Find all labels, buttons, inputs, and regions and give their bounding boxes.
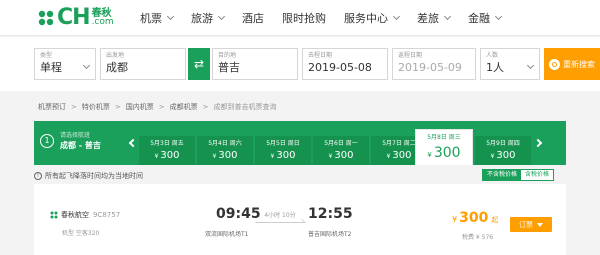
nav-item-travel[interactable]: 旅游 (191, 10, 226, 26)
chevron-down-icon (443, 12, 452, 21)
search-again-button[interactable]: 重新搜索 (544, 48, 600, 80)
next-dates-button[interactable] (532, 121, 546, 165)
chevron-down-icon (494, 12, 503, 21)
route-name: 成都 - 普吉 (60, 141, 101, 150)
breadcrumb-flight-booking[interactable]: 机票预订 (38, 102, 66, 112)
spring-airlines-icon (50, 211, 58, 219)
include-tax-option[interactable]: 含税价格 (521, 170, 554, 180)
caret-down-icon (537, 222, 543, 227)
arrival-airport: 普吉国际机场T2 (308, 231, 352, 238)
chevron-right-icon (533, 138, 542, 148)
arrival-time: 12:55 (308, 206, 353, 222)
date-cell[interactable]: 5月5日 周日 ¥300 (255, 136, 311, 165)
logo-suffix: .com (91, 17, 114, 27)
prev-dates-button[interactable] (124, 121, 138, 165)
date-price-strip: 1 请选择航班 成都 - 普吉 5月3日 周五 ¥300 5月4日 周六 ¥30… (34, 121, 566, 165)
breadcrumb-domestic[interactable]: 国内机票 (126, 102, 154, 112)
route-summary: 1 请选择航班 成都 - 普吉 (34, 121, 122, 165)
main-nav: 机票 旅游 酒店 限时抢购 服务中心 差旅 金融 (140, 0, 519, 36)
swap-arrows-icon: ⇄ (193, 57, 205, 71)
airline-info: 春秋航空 9C8757 (50, 210, 120, 220)
top-navigation: CH 春秋 .com 机票 旅游 酒店 限时抢购 服务中心 差旅 金融 (0, 0, 600, 36)
chevron-down-icon (392, 12, 401, 21)
origin-field[interactable]: 出发地 成都 (100, 48, 186, 80)
date-cell[interactable]: 5月6日 周一 ¥300 (313, 136, 369, 165)
flight-price: ¥ 300 起 (452, 210, 499, 226)
route-index-badge: 1 (40, 134, 54, 148)
exclude-tax-option[interactable]: 不含税价格 (483, 170, 522, 180)
tax-note: 税费 ¥ 576 (462, 234, 494, 241)
date-cell-selected[interactable]: 5月8日 周三 ¥300 (415, 129, 473, 165)
date-cell[interactable]: 5月9日 周四 ¥300 (475, 136, 531, 165)
breadcrumb: 机票预订 > 特价机票 > 国内机票 > 成都机票 > 成都到普吉机票查询 (38, 102, 277, 112)
breadcrumb-chengdu[interactable]: 成都机票 (170, 102, 198, 112)
trip-type-select[interactable]: 类型 单程 (34, 48, 96, 80)
chunqiu-logo[interactable]: CH 春秋 .com (37, 6, 114, 30)
local-time-notice: ! 所有起飞降落时间均为当地时间 (34, 171, 143, 181)
departure-airport: 双流国际机场T1 (205, 231, 249, 238)
book-ticket-button[interactable]: 订票 (510, 217, 552, 232)
chevron-down-icon (217, 12, 226, 21)
nav-item-finance[interactable]: 金融 (468, 10, 503, 26)
nav-item-service-center[interactable]: 服务中心 (344, 10, 401, 26)
nav-item-hotels[interactable]: 酒店 (242, 10, 264, 26)
tax-price-toggle: 不含税价格 含税价格 (482, 169, 555, 181)
destination-field[interactable]: 目的地 普吉 (212, 48, 298, 80)
depart-date-field[interactable]: 去程日期 2019-05-08 (302, 48, 388, 80)
date-cell[interactable]: 5月4日 周六 ¥300 (197, 136, 253, 165)
breadcrumb-current: 成都到普吉机票查询 (213, 103, 277, 111)
logo-spring-icon (38, 10, 54, 26)
airline-name: 春秋航空 (61, 211, 89, 219)
duration-arrow (252, 219, 306, 223)
swap-cities-button[interactable]: ⇄ (188, 48, 210, 80)
route-hint: 请选择航班 (60, 132, 91, 139)
date-cell[interactable]: 5月3日 周五 ¥300 (139, 136, 195, 165)
nav-item-flash-sale[interactable]: 限时抢购 (282, 10, 326, 26)
flight-search-bar: 类型 单程 出发地 成都 ⇄ 目的地 普吉 去程日期 2019-05-08 返程… (0, 37, 600, 91)
chevron-left-icon (128, 138, 137, 148)
return-date-field[interactable]: 返程日期 2019-05-09 (392, 48, 476, 80)
search-icon (549, 58, 560, 70)
nav-item-business-travel[interactable]: 差旅 (417, 10, 452, 26)
passenger-count-select[interactable]: 人数 1人 (480, 48, 540, 80)
flight-result-card: 春秋航空 9C8757 机型 空客320 09:45 双流国际机场T1 4小时 … (34, 184, 566, 255)
nav-item-flights[interactable]: 机票 (140, 10, 175, 26)
breadcrumb-special-fares[interactable]: 特价机票 (82, 102, 110, 112)
chevron-down-icon (166, 12, 175, 21)
info-icon: ! (34, 172, 42, 180)
flight-duration: 4小时 10分 (264, 212, 296, 219)
aircraft-type: 机型 空客320 (62, 230, 100, 237)
logo-mark: CH (57, 5, 91, 30)
flight-number: 9C8757 (93, 211, 121, 219)
